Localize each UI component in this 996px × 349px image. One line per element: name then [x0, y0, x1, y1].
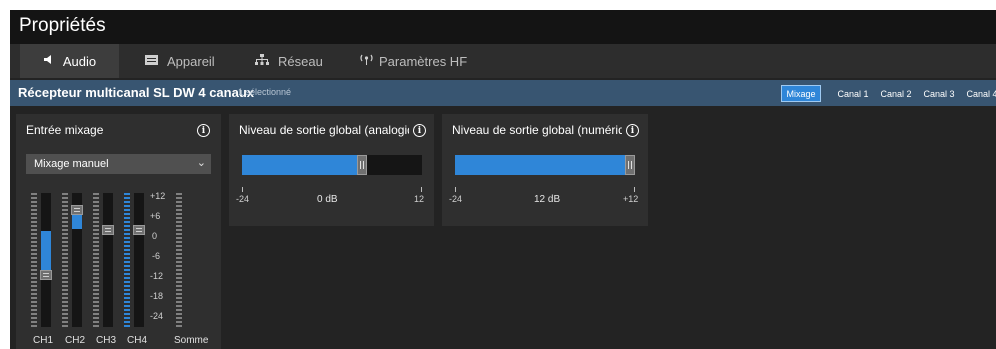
- tick-mark: [242, 187, 243, 192]
- scale-label: +12: [150, 191, 166, 201]
- canal-4-button-label: Canal 4: [966, 88, 996, 99]
- window-title: Propriétés: [19, 15, 106, 36]
- canal-2-button-label: Canal 2: [880, 88, 912, 99]
- ch3-label: CH3: [96, 335, 117, 346]
- canal-1-button-label: Canal 1: [837, 88, 869, 99]
- tab-reseau[interactable]: Réseau: [255, 44, 323, 78]
- digital-value-label: 12 dB: [534, 194, 561, 205]
- title-bar: Propriétés: [10, 10, 996, 44]
- ch3-fader-track[interactable]: [103, 193, 113, 327]
- ch4-label: CH4: [127, 335, 148, 346]
- scale-label: -6: [152, 251, 161, 261]
- tick-mark: [455, 187, 456, 192]
- sum-label: Somme: [174, 335, 209, 346]
- canal-3-button[interactable]: Canal 3: [921, 85, 957, 102]
- network-icon: [255, 54, 269, 68]
- analog-output-title: Niveau de sortie global (analogique): [239, 123, 409, 137]
- canal-2-button[interactable]: Canal 2: [878, 85, 914, 102]
- analog-min-label: -24: [236, 194, 250, 204]
- ch1-fader-knob[interactable]: [40, 270, 52, 280]
- properties-window: Propriétés Audio Appareil Réseau Paramèt…: [10, 10, 996, 349]
- selection-count: 1 sélectionné: [238, 87, 292, 97]
- tab-parametres-hf-label: Paramètres HF: [379, 53, 468, 69]
- tick-mark: [634, 187, 635, 192]
- digital-level-fill: [455, 155, 635, 175]
- scale-label: -24: [150, 311, 164, 321]
- ch1-level-meter: [31, 193, 37, 327]
- ch2-label: CH2: [65, 335, 86, 346]
- ch1-label: CH1: [33, 335, 54, 346]
- analog-value-label: 0 dB: [317, 194, 338, 205]
- tab-parametres-hf[interactable]: Paramètres HF: [360, 44, 467, 78]
- canal-1-button[interactable]: Canal 1: [835, 85, 871, 102]
- scale-label: 0: [152, 231, 158, 241]
- antenna-icon: [360, 54, 373, 68]
- scale-label: -18: [150, 291, 164, 301]
- canal-4-button[interactable]: Canal 4: [964, 85, 996, 102]
- ch4-fader-knob[interactable]: [133, 225, 145, 235]
- mix-mode-value: Mixage manuel: [34, 158, 109, 170]
- sum-level-meter: [176, 193, 182, 327]
- digital-level-knob[interactable]: [625, 155, 635, 175]
- analog-max-label: 12: [414, 194, 425, 204]
- device-name: Récepteur multicanal SL DW 4 canaux: [18, 85, 254, 100]
- tab-bar: Audio Appareil Réseau Paramètres HF: [10, 44, 996, 78]
- tab-appareil[interactable]: Appareil: [145, 44, 215, 78]
- info-icon[interactable]: i: [413, 124, 426, 137]
- ch4-fader-track[interactable]: [134, 193, 144, 327]
- tick-mark: [421, 187, 422, 192]
- digital-output-title: Niveau de sortie global (numérique): [452, 123, 622, 137]
- digital-max-label: +12: [623, 194, 639, 204]
- scale-label: +6: [150, 211, 161, 221]
- canal-3-button-label: Canal 3: [923, 88, 955, 99]
- tab-audio-label: Audio: [62, 53, 97, 69]
- tab-appareil-label: Appareil: [167, 53, 215, 69]
- info-icon[interactable]: i: [626, 124, 639, 137]
- ch2-fader-knob[interactable]: [71, 205, 83, 215]
- ch2-level-meter: [62, 193, 68, 327]
- tab-reseau-label: Réseau: [278, 53, 323, 69]
- chevron-down-icon: ⌄: [196, 157, 206, 169]
- ch3-level-meter: [93, 193, 99, 327]
- mixage-button-label: Mixage: [786, 88, 816, 99]
- mix-mode-select[interactable]: Mixage manuel ⌄: [26, 154, 211, 174]
- device-icon: [145, 54, 158, 68]
- mixage-button[interactable]: Mixage: [781, 85, 821, 102]
- tab-audio[interactable]: Audio: [20, 44, 119, 78]
- scale-label: -12: [150, 271, 164, 281]
- ch4-level-meter: [124, 193, 130, 327]
- analog-level-fill: [242, 155, 362, 175]
- digital-min-label: -24: [449, 194, 463, 204]
- device-bar: Récepteur multicanal SL DW 4 canaux 1 sé…: [10, 80, 996, 106]
- ch2-fader-fill: [72, 213, 82, 229]
- ch3-fader-knob[interactable]: [102, 225, 114, 235]
- speaker-icon: [43, 54, 54, 68]
- mix-input-title: Entrée mixage: [26, 123, 104, 137]
- analog-level-knob[interactable]: [357, 155, 367, 175]
- info-icon[interactable]: i: [197, 124, 210, 137]
